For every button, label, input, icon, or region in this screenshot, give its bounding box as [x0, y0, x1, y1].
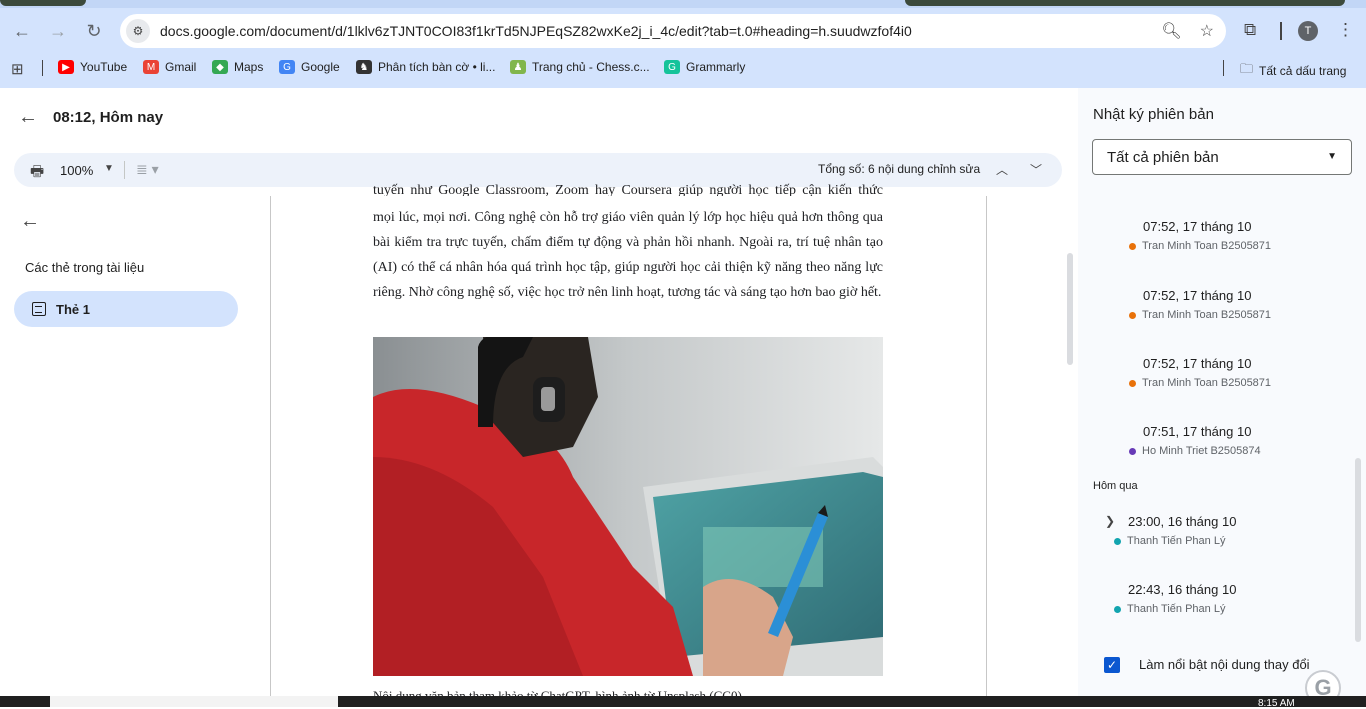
- divider: [124, 161, 125, 179]
- author-color-dot: [1129, 242, 1136, 250]
- author-color-dot: [1129, 447, 1136, 455]
- forward-icon[interactable]: →: [45, 18, 71, 44]
- doc-paragraph[interactable]: mọi lúc, mọi nơi. Công nghệ còn hỗ trợ g…: [373, 205, 883, 305]
- version-author: Tran Minh Toan B2505871: [1142, 309, 1272, 321]
- chevron-down-icon: ▼: [1327, 151, 1337, 162]
- version-time: 07:52, 17 tháng 10: [1143, 356, 1252, 371]
- google-icon: G: [279, 60, 295, 74]
- outline-back-icon[interactable]: ←: [20, 210, 40, 233]
- outline-title: Các thẻ trong tài liệu: [25, 260, 145, 275]
- browser-tab[interactable]: [0, 0, 86, 6]
- chevron-right-icon[interactable]: ❯: [1105, 514, 1115, 528]
- group-label-yesterday: Hôm qua: [1093, 480, 1138, 492]
- divider: [1280, 22, 1282, 40]
- bookmark-grammarly[interactable]: G Grammarly: [664, 60, 745, 74]
- document-tab-1[interactable]: Thẻ 1: [14, 291, 238, 327]
- address-bar[interactable]: ⚙ docs.google.com/document/d/1lklv6zTJNT…: [120, 14, 1226, 48]
- bookmarks-bar: ⊞ ▶ YouTube M Gmail ◆ Maps G Google ♞ Phân tí…: [0, 56, 1366, 80]
- doc-paragraph-cutoff[interactable]: tuyến như Google Classroom, Zoom hay Cou…: [373, 178, 883, 196]
- version-entry[interactable]: 07:52, 17 tháng 10 Tran Minh Toan B25058…: [1129, 219, 1272, 252]
- version-entry[interactable]: 22:43, 16 tháng 10 Thanh Tiến Phan Lý: [1114, 582, 1237, 615]
- highlight-changes-label: Làm nổi bật nội dung thay đổi: [1139, 657, 1310, 672]
- folder-icon: 🗀: [1240, 61, 1254, 76]
- student-laptop-photo[interactable]: [373, 337, 883, 676]
- gmail-icon: M: [143, 60, 159, 74]
- tab-strip: [0, 0, 1366, 8]
- extensions-icon[interactable]: ⧉: [1244, 20, 1256, 40]
- bookmark-maps[interactable]: ◆ Maps: [212, 60, 263, 74]
- version-author: Thanh Tiến Phan Lý: [1127, 603, 1226, 615]
- chess-pawn-icon: ♟: [510, 60, 526, 74]
- cut-line-clip: tuyến như Google Classroom, Zoom hay Cou…: [373, 178, 883, 196]
- version-time: 07:52, 17 tháng 10: [1143, 288, 1252, 303]
- taskbar-clock: 8:15 AM: [1258, 698, 1295, 709]
- filter-value: Tất cả phiên bản: [1107, 149, 1219, 166]
- browser-tab[interactable]: [905, 0, 1345, 6]
- author-color-dot: [1114, 537, 1121, 545]
- grammarly-icon: G: [664, 60, 680, 74]
- next-edit-icon[interactable]: ﹀: [1030, 161, 1042, 178]
- zoom-select[interactable]: 100%: [60, 163, 93, 178]
- editing-mode-icon[interactable]: ≣ ▾: [136, 161, 159, 178]
- panel-scrollbar[interactable]: [1355, 458, 1361, 642]
- panel-title: Nhật ký phiên bản: [1093, 106, 1214, 123]
- version-time: 07:51, 17 tháng 10: [1143, 424, 1252, 439]
- version-entry[interactable]: 07:52, 17 tháng 10 Tran Minh Toan B25058…: [1129, 356, 1272, 389]
- print-icon[interactable]: 🖶: [30, 161, 44, 186]
- all-bookmarks[interactable]: 🗀 Tất cả dấu trang: [1240, 60, 1346, 82]
- bookmark-star-icon[interactable]: ☆: [1200, 21, 1214, 41]
- bookmark-chess[interactable]: ♟ Trang chủ - Chess.c...: [510, 60, 650, 74]
- version-author: Thanh Tiến Phan Lý: [1127, 535, 1226, 547]
- version-entry[interactable]: 07:51, 17 tháng 10 Ho Minh Triet B250587…: [1129, 424, 1261, 457]
- divider: [1223, 60, 1224, 76]
- tab-label: Thẻ 1: [56, 301, 90, 317]
- site-info-icon[interactable]: ⚙: [126, 19, 150, 43]
- version-time: 22:43, 16 tháng 10: [1128, 582, 1237, 597]
- profile-avatar[interactable]: T: [1298, 21, 1318, 41]
- bookmark-google[interactable]: G Google: [279, 60, 340, 74]
- version-author: Tran Minh Toan B2505871: [1142, 377, 1272, 389]
- author-color-dot: [1114, 605, 1121, 613]
- maps-icon: ◆: [212, 60, 228, 74]
- author-color-dot: [1129, 379, 1136, 387]
- bookmark-gmail[interactable]: M Gmail: [143, 60, 196, 74]
- lichess-icon: ♞: [356, 60, 372, 74]
- reload-icon[interactable]: ↻: [81, 18, 107, 44]
- version-author: Ho Minh Triet B2505874: [1142, 445, 1261, 457]
- exit-history-back-icon[interactable]: ←: [18, 106, 38, 129]
- version-title: 08:12, Hôm nay: [53, 109, 164, 126]
- youtube-icon: ▶: [58, 60, 74, 74]
- chevron-down-icon[interactable]: ▼: [104, 163, 114, 174]
- version-time: 23:00, 16 tháng 10: [1128, 514, 1237, 529]
- version-time: 07:52, 17 tháng 10: [1143, 219, 1252, 234]
- menu-kebab-icon[interactable]: ⋮: [1337, 20, 1354, 40]
- bookmark-lichess[interactable]: ♞ Phân tích bàn cờ • li...: [356, 60, 495, 74]
- version-author: Tran Minh Toan B2505871: [1142, 240, 1272, 252]
- total-edits-label: Tổng số: 6 nội dung chỉnh sửa: [818, 162, 981, 176]
- divider: [42, 60, 43, 76]
- back-icon[interactable]: ←: [9, 18, 35, 44]
- bookmark-youtube[interactable]: ▶ YouTube: [58, 60, 127, 74]
- apps-grid-icon[interactable]: ⊞: [11, 60, 24, 78]
- version-entry[interactable]: 23:00, 16 tháng 10 Thanh Tiến Phan Lý: [1114, 514, 1237, 547]
- taskbar-search[interactable]: [50, 696, 338, 707]
- highlight-changes-checkbox[interactable]: ✓: [1104, 657, 1120, 673]
- previous-edit-icon[interactable]: ︿: [996, 161, 1008, 178]
- version-filter-select[interactable]: Tất cả phiên bản ▼: [1092, 139, 1352, 175]
- version-entry[interactable]: 07:52, 17 tháng 10 Tran Minh Toan B25058…: [1129, 288, 1272, 321]
- document-scrollbar[interactable]: [1067, 253, 1073, 365]
- document-icon: [32, 302, 46, 316]
- zoom-lens-icon[interactable]: 🔍︎: [1161, 21, 1181, 41]
- url-text[interactable]: docs.google.com/document/d/1lklv6zTJNT0C…: [160, 23, 912, 39]
- author-color-dot: [1129, 311, 1136, 319]
